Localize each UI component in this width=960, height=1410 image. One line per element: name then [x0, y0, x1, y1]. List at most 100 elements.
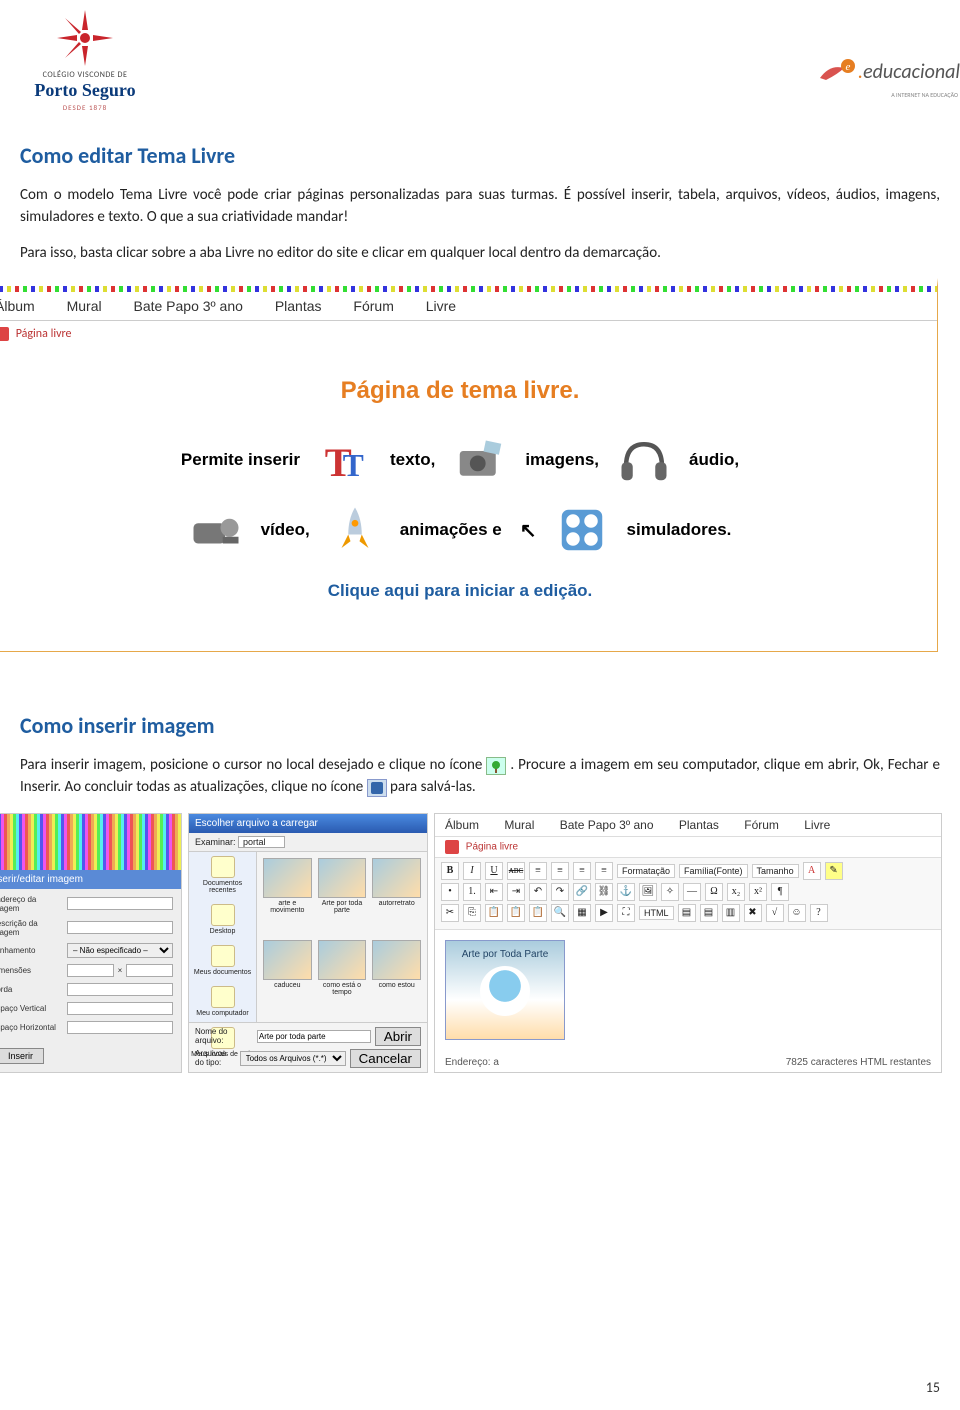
file-sidebar: Documentos recentes Desktop Meus documen… — [189, 852, 257, 1022]
tbl-row-below-button[interactable]: ▤ — [700, 904, 718, 922]
inserted-image-card[interactable]: Arte por Toda Parte — [445, 940, 565, 1040]
etab-plantas[interactable]: Plantas — [679, 818, 719, 832]
input-borda[interactable] — [67, 983, 173, 996]
html-button[interactable]: HTML — [639, 906, 674, 920]
align-left-button[interactable]: ≡ — [529, 862, 547, 880]
image-tool-button[interactable]: 🖼 — [639, 883, 657, 901]
input-espv[interactable] — [67, 1002, 173, 1015]
etab-batepapo[interactable]: Bate Papo 3º ano — [560, 818, 654, 832]
align-right-button[interactable]: ≡ — [573, 862, 591, 880]
charmap-button[interactable]: ¶ — [771, 883, 789, 901]
undo-button[interactable]: ↶ — [529, 883, 547, 901]
cancelar-button[interactable]: Cancelar — [350, 1049, 421, 1068]
align-justify-button[interactable]: ≡ — [595, 862, 613, 880]
editor-canvas[interactable]: Arte por Toda Parte — [435, 930, 941, 1050]
text-color-button[interactable]: A — [803, 862, 821, 880]
sb-recentes[interactable]: Documentos recentes — [191, 856, 254, 894]
paste-word-button[interactable]: 📋 — [529, 904, 547, 922]
select-tipo-arquivo[interactable]: Todos os Arquivos (*.*) — [240, 1051, 346, 1066]
table-button[interactable]: ▦ — [573, 904, 591, 922]
input-esph[interactable] — [67, 1021, 173, 1034]
anchor-button[interactable]: ⚓ — [617, 883, 635, 901]
cut-button[interactable]: ✂ — [441, 904, 459, 922]
copy-button[interactable]: ⎘ — [463, 904, 481, 922]
file-item[interactable]: autorretrato — [372, 858, 421, 934]
etab-album[interactable]: Álbum — [445, 818, 479, 832]
file-item[interactable]: arte e movimento — [263, 858, 312, 934]
help-button[interactable]: ? — [810, 904, 828, 922]
tab-forum[interactable]: Fórum — [353, 298, 393, 314]
screenshot-tema-livre: Álbum Mural Bate Papo 3º ano Plantas Fór… — [0, 278, 938, 652]
list-ol-button[interactable]: 1. — [463, 883, 481, 901]
indent-button[interactable]: ⇥ — [507, 883, 525, 901]
tab-mural[interactable]: Mural — [67, 298, 102, 314]
tab-batepapo[interactable]: Bate Papo 3º ano — [133, 298, 242, 314]
unlink-button[interactable]: ⛓ — [595, 883, 613, 901]
strike-button[interactable]: ᴀʙᴄ — [507, 862, 525, 880]
file-item[interactable]: como está o tempo — [318, 940, 367, 1016]
tbl-col-button[interactable]: ▥ — [722, 904, 740, 922]
etab-mural[interactable]: Mural — [504, 818, 534, 832]
file-chooser-dialog: Escolher arquivo a carregar Examinar: po… — [188, 813, 428, 1073]
feat-video: vídeo, — [261, 520, 310, 540]
paste-button[interactable]: 📋 — [485, 904, 503, 922]
highlight-button[interactable]: ✎ — [825, 862, 843, 880]
redo-button[interactable]: ↷ — [551, 883, 569, 901]
emoji-button[interactable]: ☺ — [788, 904, 806, 922]
logo-educacional: e .educacional A INTERNET NA EDUCAÇÃO — [760, 8, 960, 99]
outdent-button[interactable]: ⇤ — [485, 883, 503, 901]
lbl-esph: Espaço Horizontal — [0, 1023, 63, 1032]
sb-desktop[interactable]: Desktop — [191, 904, 254, 935]
find-button[interactable]: 🔍 — [551, 904, 569, 922]
tbl-row-above-button[interactable]: ▤ — [678, 904, 696, 922]
etab-livre[interactable]: Livre — [804, 818, 830, 832]
align-center-button[interactable]: ≡ — [551, 862, 569, 880]
bold-button[interactable]: B — [441, 862, 459, 880]
underline-button[interactable]: U — [485, 862, 503, 880]
sub-button[interactable]: x₂ — [727, 883, 745, 901]
sqrt-button[interactable]: √ — [766, 904, 784, 922]
hr-button[interactable]: — — [683, 883, 701, 901]
input-dim-w[interactable] — [67, 964, 114, 977]
media-button[interactable]: ▶ — [595, 904, 613, 922]
file-item[interactable]: como estou — [372, 940, 421, 1016]
svg-text:T: T — [343, 448, 364, 483]
input-nome-arquivo[interactable] — [257, 1030, 371, 1043]
sb-meu-comp[interactable]: Meu computador — [191, 986, 254, 1017]
select-alinhamento[interactable]: – Não especificado – — [67, 943, 173, 958]
link-button[interactable]: 🔗 — [573, 883, 591, 901]
italic-button[interactable]: I — [463, 862, 481, 880]
format-select[interactable]: Formatação — [617, 864, 675, 878]
inserir-button[interactable]: Inserir — [0, 1048, 44, 1064]
sb-meus-docs[interactable]: Meus documentos — [191, 945, 254, 976]
font-size-select[interactable]: Tamanho — [752, 864, 799, 878]
file-item[interactable]: Arte por toda parte — [318, 858, 367, 934]
lbl-descricao: Descrição da imagem — [0, 919, 63, 937]
paste-text-button[interactable]: 📋 — [507, 904, 525, 922]
list-ul-button[interactable]: • — [441, 883, 459, 901]
file-item[interactable]: caduceu — [263, 940, 312, 1016]
star-icon — [55, 8, 115, 68]
text-icon: TT — [318, 435, 372, 485]
shot1-cta[interactable]: Clique aqui para iniciar a edição. — [23, 581, 897, 601]
permite-inserir-label: Permite inserir — [181, 450, 300, 470]
save-icon[interactable] — [367, 779, 387, 797]
examinar-select[interactable]: portal — [238, 836, 285, 848]
input-descricao[interactable] — [67, 921, 173, 934]
headphones-icon — [617, 435, 671, 485]
tab-livre[interactable]: Livre — [426, 298, 456, 314]
educacional-tagline: A INTERNET NA EDUCAÇÃO — [760, 91, 960, 99]
sup-button[interactable]: x² — [749, 883, 767, 901]
tab-plantas[interactable]: Plantas — [275, 298, 322, 314]
tbl-del-button[interactable]: ✖ — [744, 904, 762, 922]
symbol-button[interactable]: Ω — [705, 883, 723, 901]
tab-album[interactable]: Álbum — [0, 298, 35, 314]
input-endereco[interactable] — [67, 897, 173, 910]
clean-button[interactable]: ✧ — [661, 883, 679, 901]
font-family-select[interactable]: Família(Fonte) — [679, 864, 748, 878]
insert-image-icon[interactable] — [486, 757, 506, 775]
fullscreen-button[interactable]: ⛶ — [617, 904, 635, 922]
abrir-button[interactable]: Abrir — [375, 1027, 421, 1046]
input-dim-h[interactable] — [126, 964, 173, 977]
etab-forum[interactable]: Fórum — [744, 818, 779, 832]
